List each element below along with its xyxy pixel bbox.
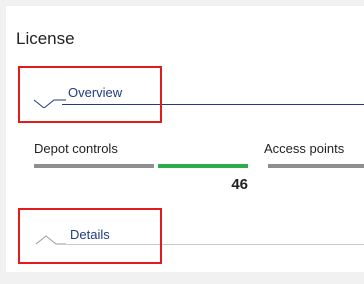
metric-depot-controls-value: 46 <box>231 176 248 193</box>
section-overview-header[interactable]: Overview <box>6 80 364 110</box>
metric-depot-controls-bar-base <box>34 164 154 168</box>
metric-depot-controls-bar-fill <box>158 164 248 168</box>
section-details-divider <box>62 244 364 245</box>
section-details-label[interactable]: Details <box>70 228 110 241</box>
chevron-up-icon <box>35 235 66 245</box>
section-overview-divider <box>62 104 364 105</box>
metric-access-points-label: Access points <box>264 141 345 156</box>
section-overview-label[interactable]: Overview <box>68 86 122 99</box>
license-panel: License Overview Depot controls Access p… <box>6 6 364 272</box>
metric-access-points-bar <box>268 164 364 168</box>
chevron-down-icon <box>33 99 66 108</box>
section-details-header[interactable]: Details <box>6 222 364 252</box>
panel-title: License <box>16 29 75 48</box>
metric-depot-controls-label: Depot controls <box>34 141 118 156</box>
